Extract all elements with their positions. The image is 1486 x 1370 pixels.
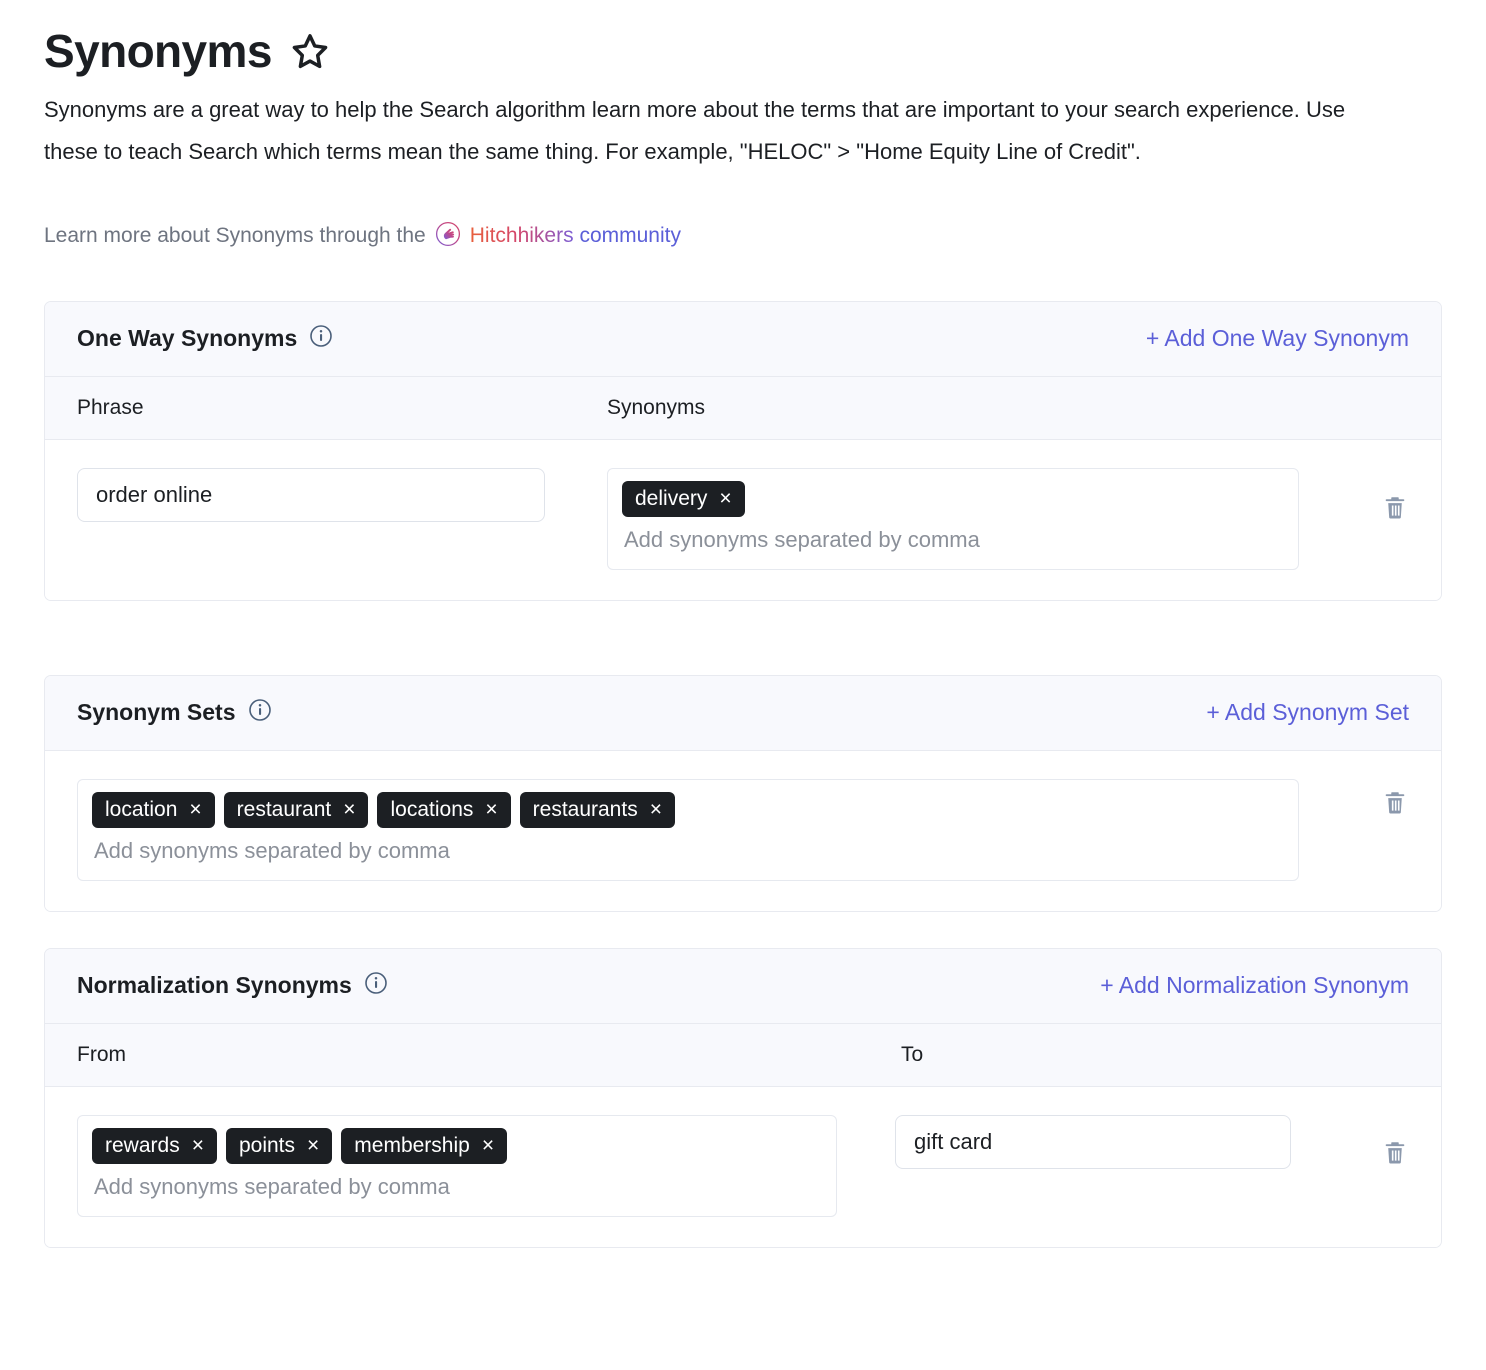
tag-label: membership [354, 1133, 470, 1157]
tag-remove-icon[interactable]: × [307, 1135, 319, 1156]
tag-chip[interactable]: membership × [341, 1127, 508, 1164]
tag-chip[interactable]: location × [92, 791, 215, 828]
add-synonym-set-button[interactable]: + Add Synonym Set [1206, 699, 1409, 726]
one-way-synonyms-card: One Way Synonyms + Add One Way Synonym P… [44, 300, 1442, 601]
tag-chip[interactable]: rewards × [92, 1127, 217, 1164]
tag-remove-icon[interactable]: × [485, 799, 497, 820]
page-title: Synonyms [44, 25, 272, 78]
hitchhikers-brand-text: Hitchhikers [469, 224, 574, 248]
column-header-synonyms: Synonyms [607, 395, 706, 419]
tag-label: rewards [105, 1133, 180, 1157]
add-normalization-synonym-button[interactable]: + Add Normalization Synonym [1100, 972, 1409, 999]
table-row: location × restaurant × locations × rest… [45, 750, 1441, 911]
tag-label: restaurants [532, 797, 638, 821]
column-header-phrase: Phrase [77, 395, 144, 419]
tag-remove-icon[interactable]: × [343, 799, 355, 820]
normalization-synonyms-card: Normalization Synonyms + Add Normalizati… [44, 947, 1442, 1248]
hitchhikers-community-link[interactable]: Hitchhikers community [470, 225, 681, 246]
learn-more-label: Learn more about Synonyms through the [44, 224, 426, 248]
synonym-set-placeholder: Add synonyms separated by comma [94, 837, 450, 863]
from-placeholder: Add synonyms separated by comma [94, 1173, 450, 1199]
page-header: Synonyms [44, 24, 1442, 79]
table-row: rewards × points × membership × Add syno… [45, 1086, 1441, 1247]
tag-remove-icon[interactable]: × [192, 1135, 204, 1156]
synonym-sets-header: Synonym Sets + Add Synonym Set [45, 675, 1441, 751]
tag-chip[interactable]: delivery × [622, 480, 745, 517]
info-circle-icon[interactable] [364, 971, 388, 1000]
tag-chip[interactable]: restaurant × [223, 791, 369, 828]
phrase-input[interactable] [77, 467, 545, 522]
normalization-synonyms-title: Normalization Synonyms [77, 972, 352, 999]
synonym-sets-card: Synonym Sets + Add Synonym Set location … [44, 674, 1442, 912]
page-description: Synonyms are a great way to help the Sea… [44, 97, 1346, 164]
tag-label: location [105, 797, 178, 821]
tag-label: restaurant [236, 797, 332, 821]
normalization-synonyms-title-group: Normalization Synonyms [77, 971, 388, 1000]
tag-chip[interactable]: restaurants × [519, 791, 675, 828]
tag-label: delivery [635, 486, 708, 510]
tag-remove-icon[interactable]: × [482, 1135, 494, 1156]
normalization-synonyms-header: Normalization Synonyms + Add Normalizati… [45, 948, 1441, 1024]
add-one-way-synonym-button[interactable]: + Add One Way Synonym [1146, 325, 1409, 352]
one-way-synonyms-column-headers: Phrase Synonyms [45, 376, 1441, 440]
tag-chip[interactable]: locations × [377, 791, 511, 828]
table-row: delivery × Add synonyms separated by com… [45, 439, 1441, 600]
column-header-from: From [77, 1042, 126, 1066]
community-text: community [573, 224, 681, 248]
tag-remove-icon[interactable]: × [650, 799, 662, 820]
normalization-column-headers: From To [45, 1023, 1441, 1087]
synonyms-tag-input[interactable]: delivery × Add synonyms separated by com… [607, 467, 1299, 570]
synonym-set-tag-input[interactable]: location × restaurant × locations × rest… [77, 778, 1299, 881]
trash-icon [1385, 1141, 1405, 1164]
info-circle-icon[interactable] [309, 324, 333, 353]
from-tag-input[interactable]: rewards × points × membership × Add syno… [77, 1114, 837, 1217]
delete-row-button[interactable] [1357, 779, 1409, 817]
tag-chip[interactable]: points × [225, 1127, 333, 1164]
info-circle-icon[interactable] [248, 698, 272, 727]
one-way-synonyms-title-group: One Way Synonyms [77, 324, 333, 353]
learn-more-row: Learn more about Synonyms through the Hi… [44, 221, 1442, 251]
tag-remove-icon[interactable]: × [189, 799, 201, 820]
synonym-sets-title: Synonym Sets [77, 699, 236, 726]
trash-icon [1385, 496, 1405, 519]
synonyms-tag-list: delivery × [622, 480, 1284, 517]
synonyms-page: Synonyms Synonyms are a great way to hel… [0, 0, 1486, 1248]
delete-row-button[interactable] [1357, 468, 1409, 522]
one-way-synonyms-header: One Way Synonyms + Add One Way Synonym [45, 301, 1441, 377]
tag-label: locations [390, 797, 474, 821]
delete-row-button[interactable] [1357, 1115, 1409, 1167]
tag-remove-icon[interactable]: × [719, 488, 731, 509]
column-header-to: To [901, 1042, 924, 1066]
one-way-synonyms-title: One Way Synonyms [77, 325, 298, 352]
to-input[interactable] [895, 1114, 1291, 1169]
synonyms-placeholder: Add synonyms separated by comma [624, 526, 980, 552]
trash-icon [1385, 791, 1405, 814]
synonym-sets-title-group: Synonym Sets [77, 698, 272, 727]
from-tag-list: rewards × points × membership × [92, 1127, 822, 1164]
tag-label: points [238, 1133, 296, 1157]
hitchhikers-hand-icon [435, 221, 461, 251]
star-outline-icon[interactable] [288, 30, 332, 79]
synonym-set-tag-list: location × restaurant × locations × rest… [92, 791, 1284, 828]
